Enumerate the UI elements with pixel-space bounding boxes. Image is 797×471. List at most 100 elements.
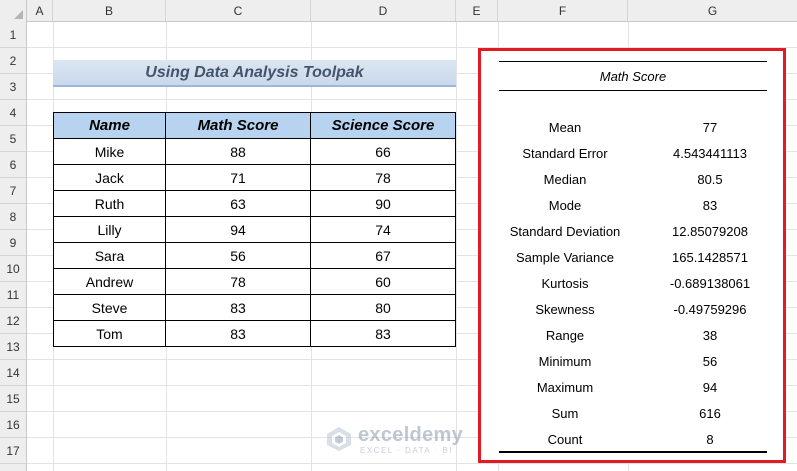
row-header[interactable]: 11: [0, 282, 26, 308]
row-header[interactable]: 4: [0, 100, 26, 126]
science-cell[interactable]: 66: [310, 138, 456, 165]
stats-heading[interactable]: Math Score: [499, 64, 767, 90]
stat-label[interactable]: Mode: [487, 193, 643, 219]
stat-label[interactable]: Standard Error: [487, 141, 643, 167]
watermark-tagline: EXCEL · DATA · BI: [360, 446, 453, 455]
row-header[interactable]: 6: [0, 152, 26, 178]
name-cell[interactable]: Lilly: [53, 216, 166, 243]
stat-row-sample-variance: Sample Variance 165.1428571: [481, 245, 783, 271]
column-header-e[interactable]: E: [456, 0, 498, 21]
stat-label[interactable]: Range: [487, 323, 643, 349]
stat-value[interactable]: 56: [643, 349, 777, 375]
row-header[interactable]: 7: [0, 178, 26, 204]
stat-label[interactable]: Standard Deviation: [487, 219, 643, 245]
gridline: [456, 22, 457, 471]
row-header[interactable]: 10: [0, 256, 26, 282]
top-rule: [499, 61, 767, 62]
select-all-triangle-icon: [14, 10, 23, 19]
science-cell[interactable]: 78: [310, 164, 456, 191]
stat-value[interactable]: -0.689138061: [643, 271, 777, 297]
stat-label[interactable]: Mean: [487, 115, 643, 141]
math-cell[interactable]: 78: [165, 268, 311, 295]
stat-value[interactable]: 4.543441113: [643, 141, 777, 167]
header-cell-math[interactable]: Math Score: [165, 112, 311, 139]
table-row: Sara 56 67: [53, 242, 456, 269]
table-row: Ruth 63 90: [53, 190, 456, 217]
row-header[interactable]: 17: [0, 438, 26, 464]
sheet-title[interactable]: Using Data Analysis Toolpak: [53, 60, 456, 87]
stat-value[interactable]: 165.1428571: [643, 245, 777, 271]
row-header[interactable]: 1: [0, 22, 26, 48]
stat-row-maximum: Maximum 94: [481, 375, 783, 401]
row-header[interactable]: 15: [0, 386, 26, 412]
math-cell[interactable]: 71: [165, 164, 311, 191]
stat-value[interactable]: 616: [643, 401, 777, 427]
name-cell[interactable]: Sara: [53, 242, 166, 269]
stat-label[interactable]: Sum: [487, 401, 643, 427]
stat-row-standard-error: Standard Error 4.543441113: [481, 141, 783, 167]
stat-label[interactable]: Minimum: [487, 349, 643, 375]
column-header-a[interactable]: A: [27, 0, 53, 21]
descriptive-statistics-output: Math Score Mean 77 Standard Error 4.5434…: [478, 48, 786, 463]
row-header[interactable]: 3: [0, 74, 26, 100]
science-cell[interactable]: 67: [310, 242, 456, 269]
stat-value[interactable]: -0.49759296: [643, 297, 777, 323]
stat-label[interactable]: Median: [487, 167, 643, 193]
math-cell[interactable]: 88: [165, 138, 311, 165]
row-header[interactable]: 16: [0, 412, 26, 438]
row-header[interactable]: 14: [0, 360, 26, 386]
stat-value[interactable]: 80.5: [643, 167, 777, 193]
column-header-b[interactable]: B: [53, 0, 166, 21]
math-cell[interactable]: 94: [165, 216, 311, 243]
stat-value[interactable]: 38: [643, 323, 777, 349]
select-all-corner[interactable]: [0, 0, 27, 22]
heading-rule: [499, 90, 767, 91]
stat-label[interactable]: Sample Variance: [487, 245, 643, 271]
math-cell[interactable]: 56: [165, 242, 311, 269]
row-header[interactable]: 12: [0, 308, 26, 334]
stat-value[interactable]: 77: [643, 115, 777, 141]
row-header[interactable]: 2: [0, 48, 26, 74]
science-cell[interactable]: 60: [310, 268, 456, 295]
row-header[interactable]: 13: [0, 334, 26, 360]
stat-label[interactable]: Skewness: [487, 297, 643, 323]
row-header[interactable]: 5: [0, 126, 26, 152]
stat-value[interactable]: 83: [643, 193, 777, 219]
science-cell[interactable]: 80: [310, 294, 456, 321]
column-header-bar: A B C D E F G: [0, 0, 797, 22]
spreadsheet: A B C D E F G 1 2 3 4 5 6 7 8 9 10 11 12…: [0, 0, 797, 471]
name-cell[interactable]: Jack: [53, 164, 166, 191]
row-header[interactable]: 8: [0, 204, 26, 230]
stat-label[interactable]: Maximum: [487, 375, 643, 401]
science-cell[interactable]: 74: [310, 216, 456, 243]
stat-value[interactable]: 8: [643, 427, 777, 453]
name-cell[interactable]: Steve: [53, 294, 166, 321]
column-header-d[interactable]: D: [311, 0, 456, 21]
name-cell[interactable]: Tom: [53, 320, 166, 347]
stat-value[interactable]: 12.85079208: [643, 219, 777, 245]
math-cell[interactable]: 83: [165, 294, 311, 321]
stat-row-standard-deviation: Standard Deviation 12.85079208: [481, 219, 783, 245]
table-row: Mike 88 66: [53, 138, 456, 165]
table-row: Tom 83 83: [53, 320, 456, 347]
math-cell[interactable]: 63: [165, 190, 311, 217]
name-cell[interactable]: Mike: [53, 138, 166, 165]
column-header-c[interactable]: C: [166, 0, 311, 21]
bottom-rule: [499, 451, 767, 453]
stat-label[interactable]: Count: [487, 427, 643, 453]
stat-row-kurtosis: Kurtosis -0.689138061: [481, 271, 783, 297]
science-cell[interactable]: 90: [310, 190, 456, 217]
science-cell[interactable]: 83: [310, 320, 456, 347]
header-cell-name[interactable]: Name: [53, 112, 166, 139]
table-row: Steve 83 80: [53, 294, 456, 321]
column-header-g[interactable]: G: [628, 0, 797, 21]
header-cell-science[interactable]: Science Score: [310, 112, 456, 139]
name-cell[interactable]: Ruth: [53, 190, 166, 217]
name-cell[interactable]: Andrew: [53, 268, 166, 295]
row-header[interactable]: 9: [0, 230, 26, 256]
exceldemy-logo-icon: [327, 427, 351, 451]
stat-value[interactable]: 94: [643, 375, 777, 401]
column-header-f[interactable]: F: [498, 0, 628, 21]
stat-label[interactable]: Kurtosis: [487, 271, 643, 297]
math-cell[interactable]: 83: [165, 320, 311, 347]
